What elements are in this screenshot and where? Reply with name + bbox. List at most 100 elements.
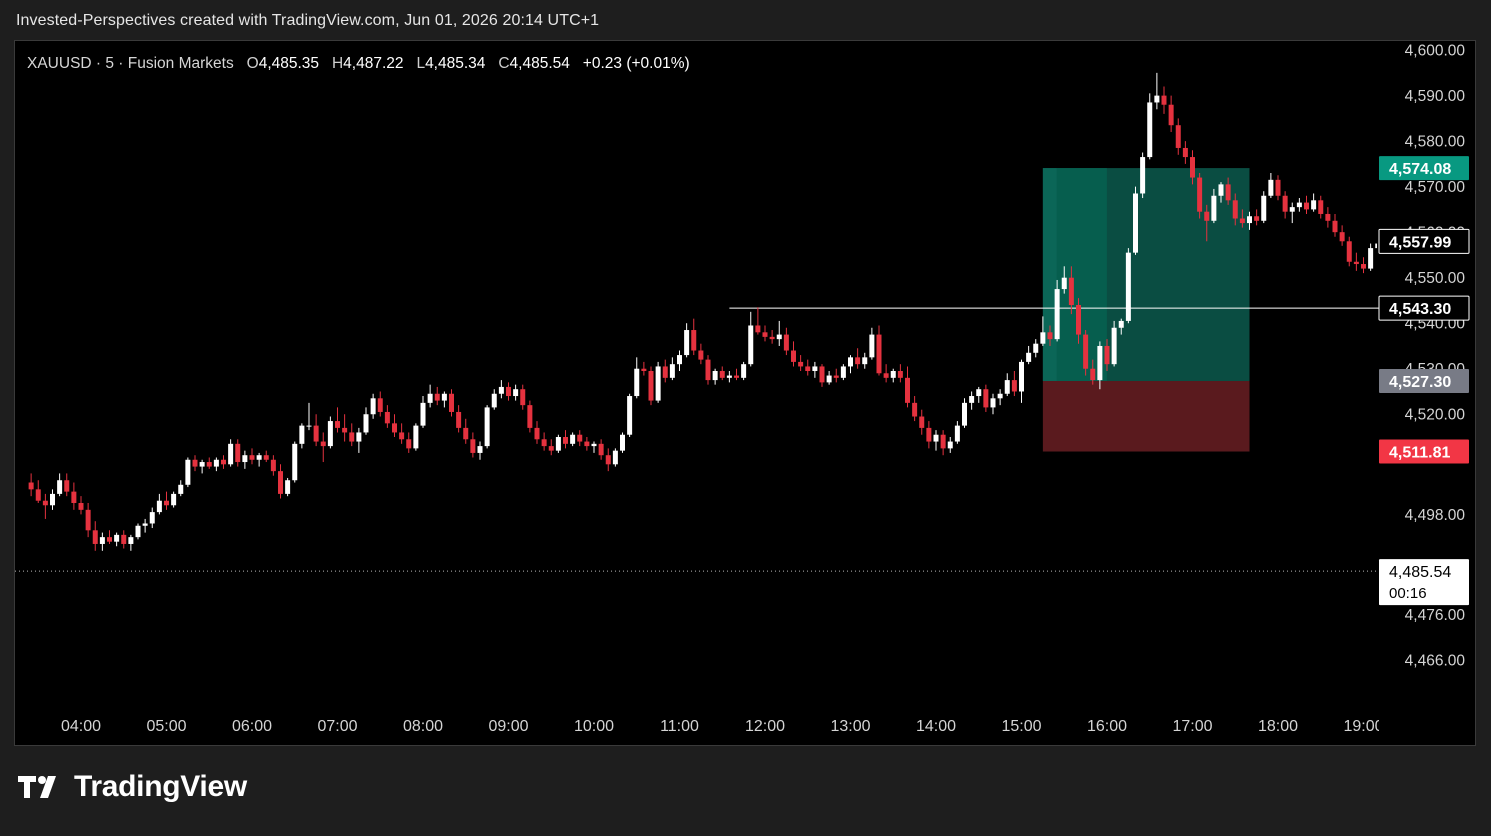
y-tick-label: 4,600.00 (1405, 43, 1466, 60)
candle-down (463, 427, 469, 440)
candle-up (1026, 352, 1032, 362)
candle-down (876, 334, 882, 374)
candle-down (1325, 213, 1331, 221)
candle-up (826, 375, 832, 383)
candle-up (748, 325, 754, 365)
candle-down (470, 439, 476, 453)
candle-down (698, 350, 704, 360)
candle-up (627, 396, 633, 435)
candle-down (320, 441, 326, 447)
candle-down (983, 389, 989, 408)
candle-down (563, 437, 568, 444)
candle-down (1304, 202, 1309, 210)
y-tick-label: 4,550.00 (1405, 270, 1466, 287)
candle-down (1161, 95, 1167, 105)
ohlc-legend: XAUUSD · 5 · Fusion Markets O4,485.35 H4… (27, 55, 690, 73)
candle-up (477, 446, 483, 453)
candle-up (256, 455, 262, 460)
x-tick-label: 15:00 (1001, 718, 1041, 735)
legend-open-key: O (246, 55, 259, 72)
candle-down (1254, 216, 1260, 221)
candle-up (1033, 343, 1039, 353)
candle-down (1232, 200, 1238, 219)
candle-up (149, 512, 155, 524)
x-tick-label: 18:00 (1258, 718, 1298, 735)
position-profit-zone-edge (1042, 168, 1057, 382)
candle-down (605, 455, 611, 465)
candle-down (641, 368, 647, 371)
x-tick-label: 07:00 (317, 718, 357, 735)
candle-up (185, 459, 191, 485)
x-tick-label: 04:00 (61, 718, 101, 735)
candle-up (171, 493, 177, 506)
candle-down (762, 332, 768, 337)
candle-down (940, 434, 946, 449)
candle-down (64, 480, 70, 492)
candlestick-chart[interactable]: 4,600.004,590.004,580.004,570.004,560.00… (15, 41, 1475, 745)
candle-down (598, 443, 604, 456)
candle-up (1097, 345, 1103, 381)
candle-down (1204, 211, 1210, 221)
candle-down (1197, 177, 1203, 212)
candle-up (299, 425, 305, 444)
candle-up (1368, 248, 1374, 269)
price-tag-label-target: 4,574.08 (1389, 161, 1451, 178)
candle-down (691, 330, 697, 351)
candle-up (156, 500, 162, 513)
candle-down (705, 359, 711, 381)
x-tick-label: 16:00 (1087, 718, 1127, 735)
candle-up (50, 493, 55, 506)
candle-down (1104, 345, 1110, 365)
candle-down (1339, 232, 1345, 242)
candle-down (1282, 195, 1288, 212)
candle-down (506, 386, 511, 397)
legend-close-key: C (498, 55, 510, 72)
legend-close-value: 4,485.54 (509, 55, 570, 72)
snapshot-title: Invested-Perspectives created with Tradi… (16, 12, 600, 29)
candle-down (42, 500, 48, 506)
candle-down (520, 389, 526, 406)
candle-down (1190, 157, 1195, 178)
candle-down (919, 416, 925, 428)
candle-down (270, 459, 276, 472)
candle-up (1061, 277, 1067, 290)
candle-down (1182, 147, 1188, 158)
candle-up (1133, 193, 1138, 253)
candle-up (228, 443, 234, 465)
candle-up (178, 484, 184, 494)
candle-down (783, 334, 789, 351)
candle-down (1076, 305, 1081, 335)
footer-branding: TradingView (18, 770, 247, 804)
candle-up (1118, 320, 1124, 328)
candle-up (413, 425, 419, 449)
y-tick-label: 4,466.00 (1405, 653, 1466, 670)
candle-up (997, 393, 1003, 399)
candle-down (399, 432, 405, 440)
candle-down (534, 427, 540, 440)
candle-up (962, 402, 967, 426)
candle-down (235, 443, 241, 463)
candle-up (1218, 184, 1224, 196)
candle-up (741, 364, 747, 378)
chart-panel[interactable]: 4,600.004,590.004,580.004,570.004,560.00… (14, 40, 1476, 746)
candle-up (1125, 252, 1131, 321)
x-tick-label: 11:00 (660, 718, 699, 735)
candle-up (634, 368, 640, 397)
candle-down (1239, 218, 1245, 224)
candle-down (78, 503, 84, 510)
candle-up (969, 396, 975, 403)
candle-up (1054, 289, 1060, 340)
candle-up (1019, 361, 1024, 392)
candle-up (684, 330, 690, 356)
candle-up (1268, 179, 1274, 196)
position-loss-zone (1042, 381, 1250, 452)
candle-down (342, 427, 348, 433)
candle-up (954, 425, 960, 442)
y-tick-label: 4,570.00 (1405, 179, 1466, 196)
x-tick-label: 10:00 (574, 718, 614, 735)
y-tick-label: 4,580.00 (1405, 134, 1466, 151)
candle-up (612, 450, 618, 465)
legend-low-value: 4,485.34 (425, 55, 486, 72)
price-tag-countdown: 00:16 (1389, 585, 1427, 602)
x-tick-label: 13:00 (830, 718, 870, 735)
